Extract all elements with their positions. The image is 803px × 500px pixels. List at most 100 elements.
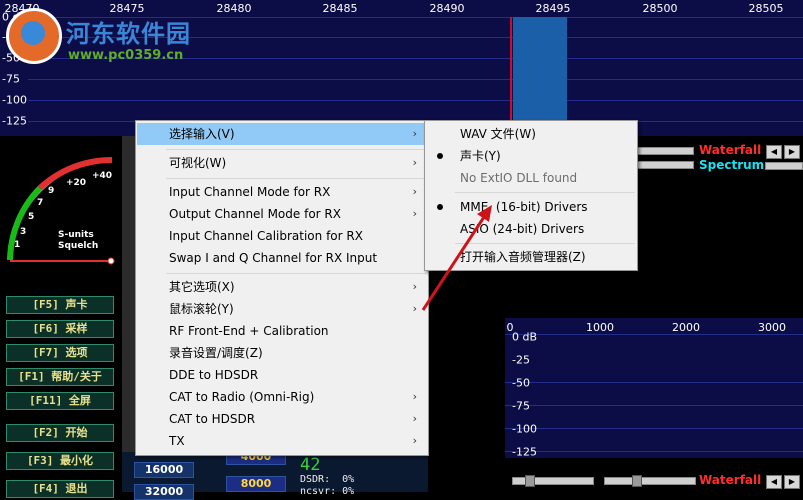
menu-item-cat-hdsdr[interactable]: CAT to HDSDR › — [137, 408, 427, 430]
f5-soundcard-button[interactable]: [F5] 声卡 — [6, 296, 114, 314]
s-units-label: S-units — [58, 230, 94, 240]
grid-line — [505, 334, 803, 335]
rate-box[interactable]: 32000 — [134, 484, 194, 500]
menu-item-rf-frontend[interactable]: RF Front-End + Calibration — [137, 320, 427, 342]
freq-label: 28495 — [535, 2, 571, 15]
menu-item-visualization[interactable]: 可视化(W) › — [137, 152, 427, 174]
level-readout: 42 — [300, 455, 321, 475]
s-meter: 1 3 5 7 9 +20 +40 S-units Squelch — [0, 140, 125, 272]
f1-help-button[interactable]: [F1] 帮助/关于 — [6, 368, 114, 386]
grid-line — [505, 451, 803, 452]
s-scale: 3 — [20, 227, 27, 237]
menu-item-swap-iq[interactable]: Swap I and Q Channel for RX Input — [137, 247, 427, 269]
menu-item-label: 录音设置/调度(Z) — [169, 346, 263, 360]
submenu-arrow-icon: › — [412, 412, 417, 425]
submenu-arrow-icon: › — [412, 127, 417, 140]
menu-item-label: Swap I and Q Channel for RX Input — [169, 251, 378, 265]
menu-item-output-channel-mode[interactable]: Output Channel Mode for RX › — [137, 203, 427, 225]
submenu-item-soundcard[interactable]: 声卡(Y) — [426, 145, 636, 167]
s-scale: 7 — [37, 198, 44, 208]
menu-item-recording-settings[interactable]: 录音设置/调度(Z) — [137, 342, 427, 364]
submenu-arrow-icon: › — [412, 390, 417, 403]
menu-item-label: No ExtIO DLL found — [460, 171, 578, 185]
f3-minimize-button[interactable]: [F3] 最小化 — [6, 452, 114, 470]
submenu-arrow-icon: › — [412, 434, 417, 447]
f4-exit-button[interactable]: [F4] 退出 — [6, 480, 114, 498]
audio-freq-label: 1000 — [586, 321, 614, 334]
slider-knob[interactable] — [632, 475, 642, 487]
audio-spectrum-panel[interactable]: 0 1000 2000 3000 0 dB -25 -50 -75 -100 -… — [505, 318, 803, 458]
audio-freq-label: 3000 — [758, 321, 786, 334]
audio-db-label: -100 — [512, 422, 537, 436]
tuning-strip[interactable] — [122, 136, 136, 492]
f2-start-button[interactable]: [F2] 开始 — [6, 424, 114, 442]
freq-label: 28505 — [748, 2, 784, 15]
f11-fullscreen-button[interactable]: [F11] 全屏 — [6, 392, 114, 410]
menu-item-label: TX — [169, 434, 185, 448]
rate-box[interactable]: 16000 — [134, 462, 194, 478]
grid-line — [505, 405, 803, 406]
audio-db-label: -125 — [512, 445, 537, 459]
menu-separator — [166, 149, 426, 150]
selected-bullet-icon — [437, 153, 443, 159]
menu-separator — [166, 178, 426, 179]
menu-item-label: Output Channel Mode for RX — [169, 207, 341, 221]
selected-bullet-icon — [437, 204, 443, 210]
menu-item-input-channel-mode[interactable]: Input Channel Mode for RX › — [137, 181, 427, 203]
submenu-item-wav-file[interactable]: WAV 文件(W) — [426, 123, 636, 145]
menu-item-label: 选择输入(V) — [169, 127, 235, 141]
submenu-arrow-icon: › — [412, 280, 417, 293]
left-arrow-icon[interactable]: ◀ — [766, 145, 782, 159]
menu-separator — [455, 243, 635, 244]
menu-item-label: WAV 文件(W) — [460, 127, 536, 141]
submenu-arrow-icon: › — [412, 302, 417, 315]
menu-item-input-calibration[interactable]: Input Channel Calibration for RX — [137, 225, 427, 247]
rf-spectrum-panel[interactable]: 28470 28475 28480 28485 28490 28495 2850… — [0, 0, 803, 136]
submenu-arrow-icon: › — [412, 207, 417, 220]
menu-item-tx[interactable]: TX › — [137, 430, 427, 452]
menu-item-label: Input Channel Mode for RX — [169, 185, 331, 199]
submenu-item-no-extio: No ExtIO DLL found — [426, 167, 636, 189]
rate-box[interactable]: 8000 — [226, 476, 286, 492]
f7-options-button[interactable]: [F7] 选项 — [6, 344, 114, 362]
audio-db-label: -25 — [512, 353, 530, 367]
submenu-item-open-audio-manager[interactable]: 打开输入音频管理器(Z) — [426, 246, 636, 268]
left-arrow-icon[interactable]: ◀ — [766, 475, 782, 489]
submenu-item-asio-drivers[interactable]: ASIO (24-bit) Drivers — [426, 218, 636, 240]
freq-label: 28485 — [322, 2, 358, 15]
menu-item-label: MME (16-bit) Drivers — [460, 200, 588, 214]
grid-line — [505, 382, 803, 383]
f6-samplerate-button[interactable]: [F6] 采样 — [6, 320, 114, 338]
db-label: -100 — [2, 93, 27, 107]
slider-knob[interactable] — [525, 475, 535, 487]
audio-speed-slider[interactable] — [604, 477, 696, 485]
menu-item-label: Input Channel Calibration for RX — [169, 229, 363, 243]
menu-item-select-input[interactable]: 选择输入(V) › — [137, 123, 427, 145]
spectrum-slider[interactable] — [636, 161, 694, 169]
spectrum-label: Spectrum — [699, 158, 765, 172]
waterfall-label-bottom: Waterfall — [699, 473, 762, 487]
menu-item-cat-omnirig[interactable]: CAT to Radio (Omni-Rig) › — [137, 386, 427, 408]
freq-label: 28490 — [429, 2, 465, 15]
tuning-marker[interactable] — [510, 17, 512, 136]
s-meter-gauge-icon — [7, 156, 115, 265]
right-arrow-icon[interactable]: ▶ — [784, 475, 800, 489]
s-scale: +40 — [92, 171, 113, 181]
menu-item-label: 可视化(W) — [169, 156, 227, 170]
right-arrow-icon[interactable]: ▶ — [784, 145, 800, 159]
watermark-logo-icon — [6, 8, 62, 64]
rx-filter-band[interactable] — [513, 17, 567, 136]
menu-item-mouse-wheel[interactable]: 鼠标滚轮(Y) › — [137, 298, 427, 320]
menu-item-other-options[interactable]: 其它选项(X) › — [137, 276, 427, 298]
menu-separator — [455, 192, 635, 193]
spectrum-speed-slider[interactable] — [765, 162, 803, 170]
waterfall-slider[interactable] — [636, 147, 694, 155]
submenu-item-mme-drivers[interactable]: MME (16-bit) Drivers — [426, 196, 636, 218]
db-label: -125 — [2, 114, 27, 128]
menu-item-label: DDE to HDSDR — [169, 368, 259, 382]
s-scale: 9 — [48, 186, 55, 196]
audio-freq-label: 2000 — [672, 321, 700, 334]
menu-item-dde[interactable]: DDE to HDSDR — [137, 364, 427, 386]
menu-item-label: ASIO (24-bit) Drivers — [460, 222, 585, 236]
grid-line — [28, 100, 803, 101]
